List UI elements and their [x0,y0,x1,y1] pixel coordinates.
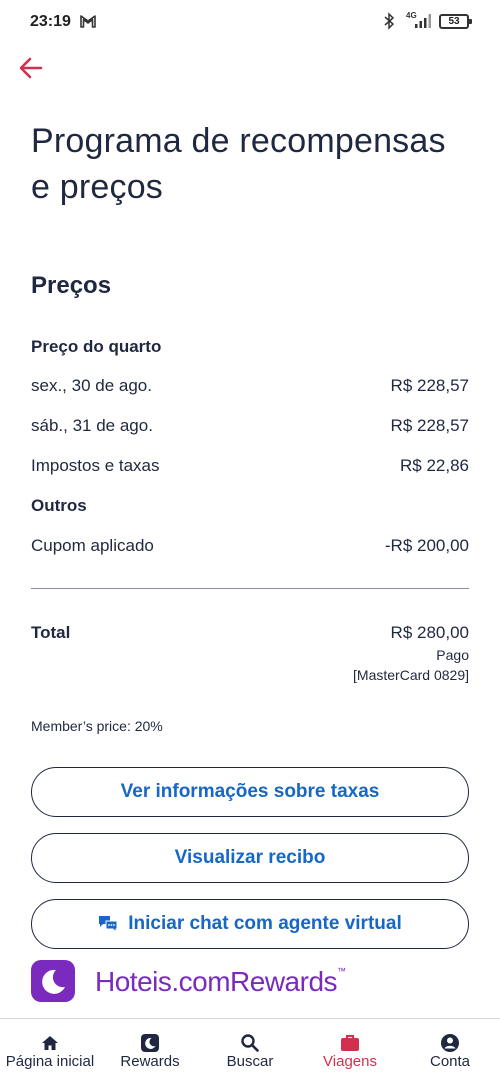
chat-icon [99,916,118,933]
nav-label: Página inicial [5,1053,95,1070]
payment-card: [MasterCard 0829] [353,667,469,683]
view-taxes-button-label: Ver informações sobre taxas [120,781,380,802]
back-arrow-icon[interactable] [18,55,44,81]
coupon-row: Cupom aplicado -R$ 200,00 [31,536,469,560]
nav-item-home[interactable]: Página inicial [0,1019,100,1083]
total-label: Total [31,623,71,642]
room-price-heading: Preço do quarto [31,337,469,361]
rewards-brand-part2: Rewards [230,966,338,997]
page-title: Programa de recompensas e preços [31,122,446,206]
rewards-icon [141,1034,159,1052]
briefcase-icon [341,1035,359,1051]
section-title-prices: Preços [31,272,112,299]
nav-label: Conta [429,1053,471,1070]
rewards-logo [31,960,75,1002]
rewards-brand-part1: Hoteis.com [95,966,231,997]
others-heading-label: Outros [31,496,87,515]
room-price-heading-label: Preço do quarto [31,337,162,356]
coupon-label: Cupom aplicado [31,536,154,555]
start-chat-button-label: Iniciar chat com agente virtual [128,913,402,934]
price-row-value: R$ 22,86 [400,456,469,475]
coupon-value: -R$ 200,00 [384,536,469,555]
price-row-value: R$ 228,57 [390,376,469,395]
total-value: R$ 280,00 [390,623,469,642]
account-icon [441,1034,459,1052]
price-row-label: sex., 30 de ago. [31,376,152,395]
payment-status: Pago [436,647,469,663]
bluetooth-icon [384,12,395,30]
gmail-icon [80,15,96,28]
home-icon [42,1036,58,1050]
others-heading: Outros [31,496,469,520]
status-time: 23:19 [30,13,71,30]
status-bar: 23:19 4G 53 [0,0,500,44]
nav-item-account[interactable]: Conta [400,1019,500,1083]
rewards-brand: Hoteis.comRewards™ [95,966,346,998]
bottom-nav: Página inicial Rewards Buscar Viagens Co… [0,1018,500,1083]
price-row-label: sáb., 31 de ago. [31,416,153,435]
price-row: sex., 30 de ago. R$ 228,57 [31,376,469,400]
price-row: sáb., 31 de ago. R$ 228,57 [31,416,469,440]
price-row-label: Impostos e taxas [31,456,160,475]
nav-label: Viagens [323,1053,377,1070]
view-receipt-button[interactable]: Visualizar recibo [31,833,469,883]
nav-label: Rewards [120,1053,180,1070]
nav-item-rewards[interactable]: Rewards [100,1019,200,1083]
price-row: Impostos e taxas R$ 22,86 [31,456,469,480]
view-receipt-button-label: Visualizar recibo [174,847,326,868]
nav-label: Buscar [226,1053,274,1070]
divider [31,588,469,589]
price-row-value: R$ 228,57 [390,416,469,435]
start-chat-button[interactable]: Iniciar chat com agente virtual [31,899,469,949]
signal-icon [415,14,431,28]
nav-item-trips[interactable]: Viagens [300,1019,400,1083]
moon-icon [42,969,65,994]
rewards-brand-tm: ™ [337,966,346,976]
nav-item-search[interactable]: Buscar [200,1019,300,1083]
member-price: Member’s price: 20% [31,718,163,734]
search-icon [241,1034,259,1052]
view-taxes-button[interactable]: Ver informações sobre taxas [31,767,469,817]
battery-indicator: 53 [439,14,472,29]
